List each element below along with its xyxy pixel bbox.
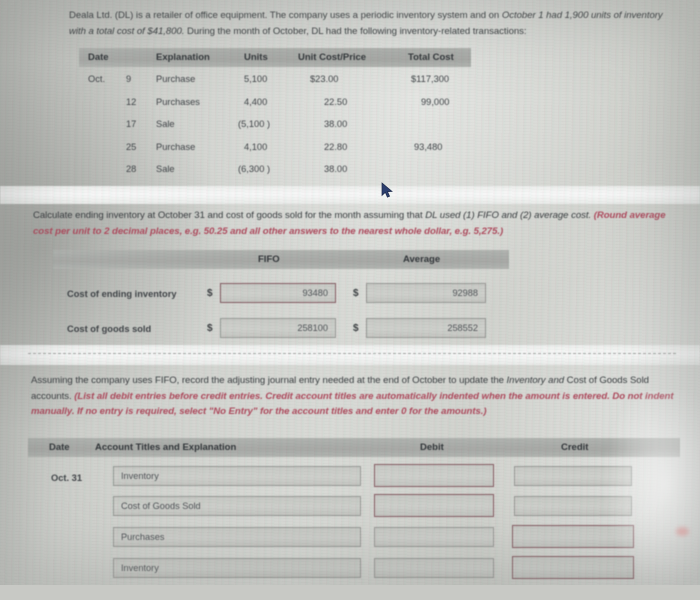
credit-input-3[interactable] <box>512 525 634 548</box>
fifo-table-header: FIFO Average <box>53 250 509 269</box>
debit-input-4[interactable] <box>374 558 494 578</box>
credit-input-1[interactable] <box>514 466 632 486</box>
cogs-fifo-input[interactable]: 258100 <box>220 318 336 338</box>
q2-text-a: Assuming the company uses FIFO, record t… <box>31 375 507 386</box>
journal-table-header: Date Account Titles and Explanation Debi… <box>28 438 680 457</box>
cell-total-cost: 93,480 <box>414 142 443 152</box>
journal-date: Oct. 31 <box>51 473 83 483</box>
currency-symbol-fifo: $ <box>207 288 213 299</box>
cell-unit-cost: 38.00 <box>324 164 348 174</box>
cell-units: (5,100 ) <box>238 119 271 129</box>
col-units: Units <box>244 52 268 63</box>
q1-text-b-italic: cost. <box>571 210 592 221</box>
currency-symbol-average: $ <box>353 288 359 299</box>
cell-explanation: Purchases <box>156 97 200 107</box>
col-total-cost: Total Cost <box>408 52 454 63</box>
col-date: Date <box>49 442 70 453</box>
ending-inventory-average-input[interactable]: 92988 <box>366 283 486 303</box>
currency-symbol-average: $ <box>353 323 359 334</box>
cell-day: 17 <box>126 119 137 129</box>
account-title-select-4[interactable]: Inventory <box>113 558 361 578</box>
col-unit-cost: Unit Cost/Price <box>298 52 367 63</box>
dotted-divider <box>28 353 676 354</box>
col-average: Average <box>403 254 441 265</box>
cell-explanation: Sale <box>156 119 175 129</box>
row-label: Cost of goods sold <box>67 324 152 334</box>
account-title-select-1[interactable]: Inventory <box>113 466 361 486</box>
ending-inventory-fifo-input[interactable]: 93480 <box>220 283 336 303</box>
cell-day: 12 <box>126 97 137 107</box>
cell-explanation: Purchase <box>156 142 196 152</box>
intro-line2-text: During the month of October, DL had the … <box>184 25 527 37</box>
debit-input-1[interactable] <box>374 464 494 487</box>
intro-paragraph: Deala Ltd. (DL) is a retailer of office … <box>69 8 679 39</box>
transactions-table-header: Date Explanation Units Unit Cost/Price T… <box>79 48 471 67</box>
cell-day: 28 <box>126 164 137 174</box>
q2-instruction-note-1: (List all debit entries before credit en… <box>74 390 523 402</box>
q1-text-a: Calculate ending inventory at October 31… <box>33 210 426 221</box>
question-1-paragraph: Calculate ending inventory at October 31… <box>33 208 681 239</box>
q2-text-a-italic: Inventory and <box>506 375 565 386</box>
col-account: Account Titles and Explanation <box>95 442 237 453</box>
cell-units: 4,400 <box>244 97 268 107</box>
col-explanation: Explanation <box>156 52 210 63</box>
credit-input-4[interactable] <box>512 556 634 579</box>
intro-line1-italic: October 1 had 1,900 units of <box>501 10 622 21</box>
col-debit: Debit <box>420 442 444 453</box>
col-fifo: FIFO <box>258 254 280 265</box>
currency-symbol-fifo: $ <box>207 323 213 334</box>
account-title-select-2[interactable]: Cost of Goods Sold <box>113 496 361 516</box>
section-divider-band-1 <box>0 186 700 204</box>
cell-total-cost: 99,000 <box>421 97 450 107</box>
cogs-average-input[interactable]: 258552 <box>366 318 486 338</box>
cell-units: (6,300 ) <box>238 164 271 174</box>
debit-input-2[interactable] <box>374 494 494 517</box>
cell-unit-cost: 22.80 <box>324 142 348 152</box>
cell-unit-cost: 38.00 <box>324 119 348 129</box>
question-2-paragraph: Assuming the company uses FIFO, record t… <box>31 373 683 420</box>
journal-entry-section: Assuming the company uses FIFO, record t… <box>0 365 700 585</box>
cell-day: 9 <box>126 74 132 84</box>
cell-total-cost: $117,300 <box>411 74 450 84</box>
cell-explanation: Purchase <box>156 74 196 84</box>
row-label: Cost of ending inventory <box>67 289 177 299</box>
cell-unit-cost: 22.50 <box>324 97 348 107</box>
col-date: Date <box>88 52 109 63</box>
credit-input-2[interactable] <box>514 496 632 516</box>
transactions-section: Deala Ltd. (DL) is a retailer of office … <box>0 0 700 182</box>
q1-text-a-italic: DL used (1) FIFO and (2) average <box>425 210 569 221</box>
account-title-select-3[interactable]: Purchases <box>113 527 361 547</box>
cell-unit-cost: $23.00 <box>310 74 339 84</box>
section-divider-band-2 <box>0 345 700 365</box>
cell-day: 25 <box>126 142 137 152</box>
cell-explanation: Sale <box>156 164 175 174</box>
col-credit: Credit <box>561 442 589 453</box>
cell-month: Oct. <box>88 74 106 84</box>
intro-line1-text: Deala Ltd. (DL) is a retailer of office … <box>69 10 502 21</box>
fifo-average-section: Calculate ending inventory at October 31… <box>0 204 700 352</box>
cell-units: 4,100 <box>244 142 268 152</box>
cell-units: 5,100 <box>244 74 268 84</box>
mouse-pointer-icon <box>381 182 393 198</box>
debit-input-3[interactable] <box>374 527 494 547</box>
